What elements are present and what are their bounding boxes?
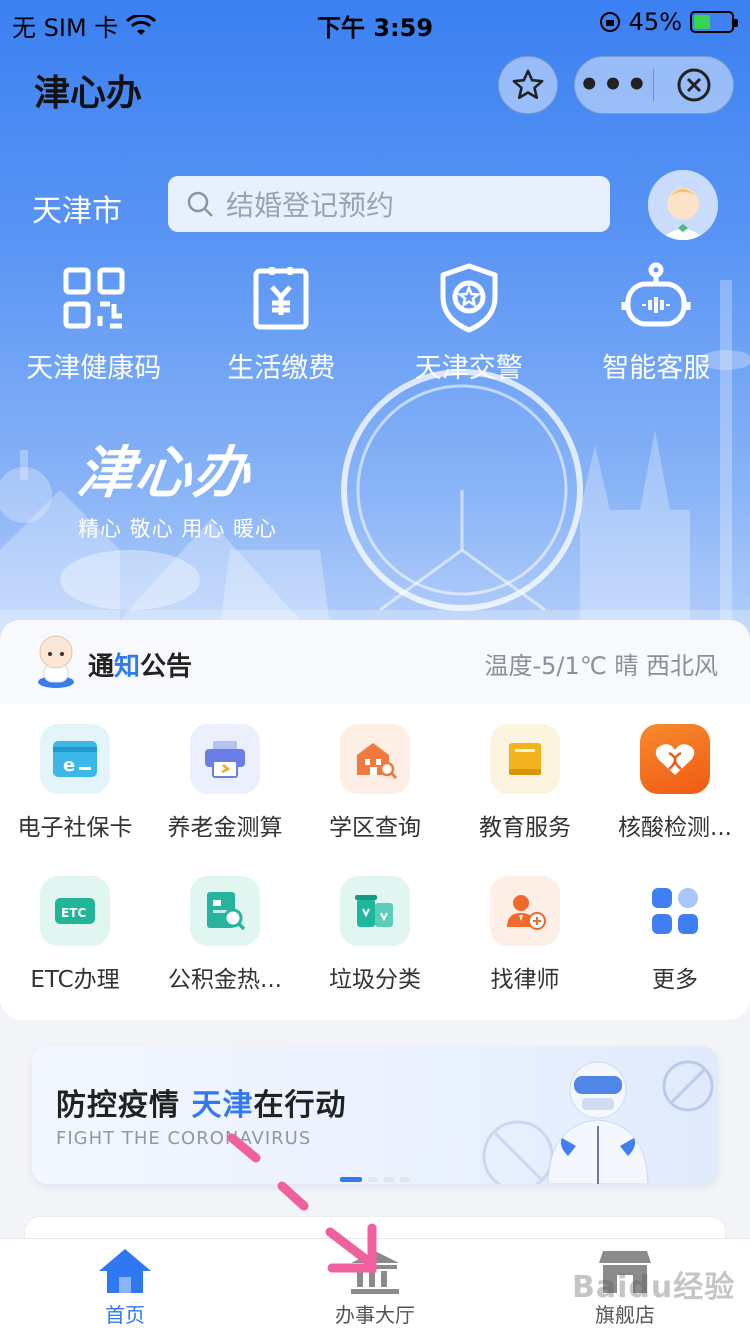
- notice-title-part: 公告: [140, 652, 193, 682]
- service-label: 养老金测算: [167, 815, 283, 841]
- hero-header: 无 SIM 卡 下午 3:59 45% 津心办 ••• 天津市 结婚登记预约 天…: [0, 0, 750, 700]
- quick-label: 生活缴费: [227, 353, 336, 384]
- banner-subtitle: FIGHT THE CORONAVIRUS: [56, 1128, 312, 1149]
- epidemic-banner[interactable]: 防控疫情 天津在行动 FIGHT THE CORONAVIRUS: [32, 1046, 718, 1184]
- miniapp-capsule: •••: [574, 56, 734, 114]
- hall-icon: [351, 1251, 399, 1294]
- svg-text:ETC: ETC: [61, 906, 86, 920]
- service-label: 核酸检测...: [618, 815, 732, 841]
- favorite-button[interactable]: [498, 56, 558, 114]
- school-icon: [357, 743, 397, 779]
- tab-label: 首页: [105, 1303, 145, 1327]
- service-label: 垃圾分类: [329, 967, 421, 993]
- service-social-card[interactable]: e 电子社保卡: [0, 724, 150, 842]
- book-icon: [509, 743, 541, 775]
- battery-percent: 45%: [628, 8, 682, 36]
- services-row: e 电子社保卡 养老金测算 学区查询 教育服务 核酸检测...: [0, 724, 750, 842]
- mascot-icon: [38, 635, 74, 688]
- doctor-illustration: [482, 1060, 714, 1184]
- notice-title-highlight: 知: [114, 652, 141, 682]
- service-education[interactable]: 教育服务: [450, 724, 600, 842]
- service-housing-fund[interactable]: 公积金热...: [150, 876, 300, 994]
- search-icon: [187, 191, 213, 217]
- close-button[interactable]: [654, 67, 733, 103]
- service-etc[interactable]: ETC ETC办理: [0, 876, 150, 994]
- banner-headline-part: 在行动: [253, 1088, 347, 1123]
- dna-icon: [655, 744, 695, 775]
- services-row: ETC ETC办理 公积金热... 垃圾分类 找律师 更多: [0, 876, 750, 994]
- quick-health-code[interactable]: 天津健康码: [0, 258, 188, 385]
- tab-label: 办事大厅: [335, 1303, 415, 1327]
- service-label: ETC办理: [30, 967, 120, 993]
- close-icon: [677, 68, 710, 102]
- quick-actions: 天津健康码 生活缴费 天津交警 智能客服: [0, 258, 750, 385]
- service-label: 找律师: [490, 967, 560, 993]
- robot-icon: [621, 262, 691, 327]
- notice-title: 通知公告: [88, 646, 192, 683]
- notice-title-part: 通: [88, 652, 115, 682]
- user-avatar[interactable]: [648, 170, 718, 240]
- grid-more-icon: [652, 888, 698, 934]
- quick-label: 智能客服: [602, 353, 711, 384]
- document-search-icon: [207, 892, 246, 931]
- battery-icon: [690, 11, 738, 33]
- banner-headline: 防控疫情 天津在行动: [56, 1080, 346, 1124]
- pagination-dot: [400, 1177, 410, 1182]
- avatar-icon: [648, 170, 718, 240]
- tab-home[interactable]: 首页: [0, 1239, 250, 1334]
- qr-code-icon: [63, 267, 125, 329]
- services-grid: e 电子社保卡 养老金测算 学区查询 教育服务 核酸检测... ETC ETC办…: [0, 704, 750, 1020]
- service-pension-calc[interactable]: 养老金测算: [150, 724, 300, 842]
- svg-text:e: e: [63, 755, 75, 776]
- brand-slogan: 精心 敬心 用心 暖心: [78, 517, 278, 541]
- banner-pagination: [340, 1177, 410, 1182]
- quick-label: 天津健康码: [26, 353, 162, 384]
- brand-logo: 津心办: [74, 440, 255, 506]
- lawyer-icon: [507, 895, 546, 930]
- service-garbage-sort[interactable]: 垃圾分类: [300, 876, 450, 994]
- pagination-dot-active: [340, 1177, 362, 1182]
- pagination-dot: [368, 1177, 378, 1182]
- quick-traffic-police[interactable]: 天津交警: [375, 258, 563, 385]
- social-card-icon: e: [53, 741, 97, 777]
- service-label: 教育服务: [479, 815, 571, 841]
- watermark: Baidu经验: [572, 1270, 736, 1305]
- trash-bin-icon: [355, 895, 393, 927]
- weather-info: 温度-5/1℃ 晴 西北风: [484, 652, 719, 680]
- search-input[interactable]: 结婚登记预约: [168, 176, 610, 232]
- star-icon: [512, 69, 544, 100]
- status-bar: 无 SIM 卡 下午 3:59 45%: [0, 0, 750, 44]
- service-find-lawyer[interactable]: 找律师: [450, 876, 600, 994]
- etc-icon: ETC: [55, 898, 95, 924]
- more-menu-button[interactable]: •••: [575, 56, 653, 114]
- bill-icon: [253, 267, 309, 330]
- city-selector[interactable]: 天津市: [32, 186, 122, 230]
- banner-headline-highlight: 天津: [191, 1088, 254, 1123]
- search-placeholder: 结婚登记预约: [226, 189, 395, 222]
- pagination-dot: [384, 1177, 394, 1182]
- service-label: 电子社保卡: [17, 815, 133, 841]
- service-label: 公积金热...: [168, 967, 282, 993]
- service-label: 更多: [652, 967, 698, 993]
- tab-service-hall[interactable]: 办事大厅: [250, 1239, 500, 1334]
- quick-utility-bill[interactable]: 生活缴费: [188, 258, 376, 385]
- home-icon: [99, 1249, 151, 1293]
- app-title: 津心办: [34, 73, 143, 114]
- service-nucleic-test[interactable]: 核酸检测...: [600, 724, 750, 842]
- printer-icon: [205, 741, 245, 778]
- service-more[interactable]: 更多: [600, 876, 750, 994]
- service-label: 学区查询: [329, 815, 421, 841]
- brand-block: 津心办 精心 敬心 用心 暖心: [74, 428, 278, 543]
- notice-bar[interactable]: 通知公告 温度-5/1℃ 晴 西北风: [0, 620, 750, 704]
- quick-smart-service[interactable]: 智能客服: [563, 258, 750, 385]
- police-badge-icon: [440, 263, 498, 333]
- quick-label: 天津交警: [414, 353, 523, 384]
- banner-headline-part: 防控疫情: [56, 1088, 192, 1123]
- service-school-district[interactable]: 学区查询: [300, 724, 450, 842]
- orientation-lock-icon: [599, 12, 620, 32]
